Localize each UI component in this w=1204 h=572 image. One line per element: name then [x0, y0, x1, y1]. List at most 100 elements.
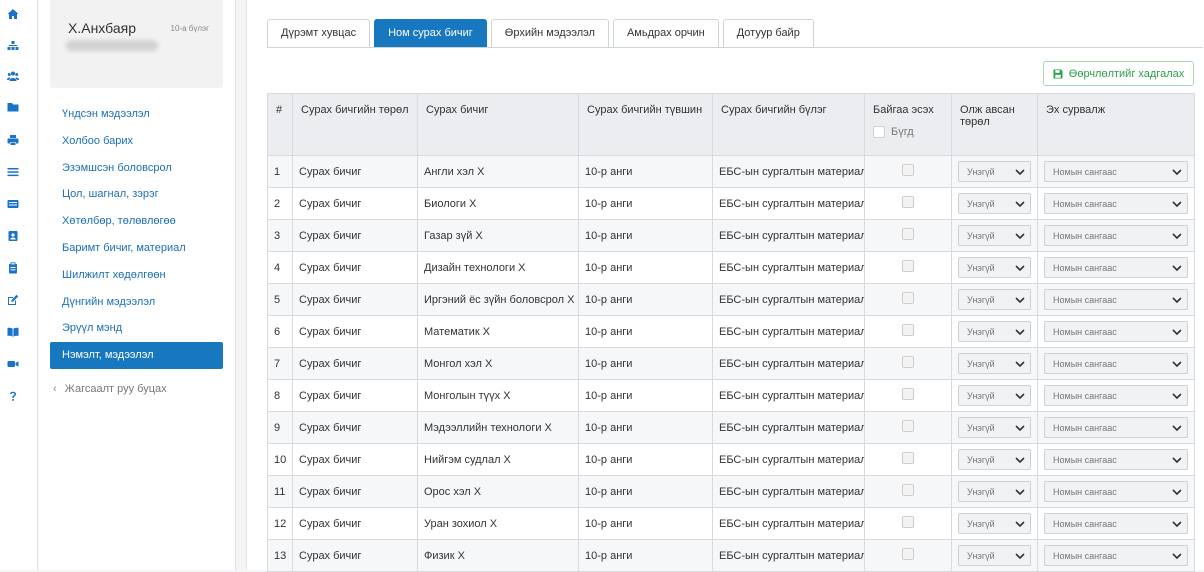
- cell-level: 10-р анги: [578, 379, 713, 412]
- received-type-select[interactable]: Унэгүй: [958, 385, 1031, 406]
- received-type-select[interactable]: Унэгүй: [958, 257, 1031, 278]
- source-select[interactable]: Номын сангаас: [1044, 257, 1188, 278]
- sidebar-item-health[interactable]: Эрүүл мэнд: [50, 315, 223, 342]
- exists-checkbox[interactable]: [902, 356, 914, 368]
- cell-level: 10-р анги: [578, 283, 713, 316]
- cell-received: Унэгүй: [951, 315, 1038, 348]
- main-content: Дүрэмт хувцас Ном сурах бичиг Өрхийн мэд…: [246, 0, 1204, 572]
- cell-exists: [864, 411, 952, 444]
- select-all-control[interactable]: Бүгд: [873, 126, 945, 138]
- exists-checkbox[interactable]: [902, 228, 914, 240]
- exists-checkbox[interactable]: [902, 420, 914, 432]
- cell-level: 10-р анги: [578, 251, 713, 284]
- source-select[interactable]: Номын сангаас: [1044, 513, 1188, 534]
- received-type-select[interactable]: Унэгүй: [958, 161, 1031, 182]
- source-select[interactable]: Номын сангаас: [1044, 161, 1188, 182]
- sidebar-item-grades[interactable]: Дүнгийн мэдээлэл: [50, 289, 223, 316]
- received-type-select[interactable]: Унэгүй: [958, 321, 1031, 342]
- received-type-select[interactable]: Унэгүй: [958, 353, 1031, 374]
- chevron-down-icon: [1171, 454, 1183, 466]
- cell-level: 10-р анги: [578, 219, 713, 252]
- source-select[interactable]: Номын сангаас: [1044, 225, 1188, 246]
- sidebar-item-transfers[interactable]: Шилжилт хөдөлгөөн: [50, 262, 223, 289]
- sidebar-item-awards[interactable]: Цол, шагнал, зэрэг: [50, 181, 223, 208]
- table-row: 7 Сурах бичиг Монгол хэл X 10-р анги ЕБС…: [267, 347, 1195, 380]
- save-changes-button[interactable]: Өөрчлөлтийг хадгалах: [1043, 61, 1194, 86]
- exists-checkbox[interactable]: [902, 484, 914, 496]
- received-type-select[interactable]: Унэгүй: [958, 513, 1031, 534]
- source-select[interactable]: Номын сангаас: [1044, 417, 1188, 438]
- cell-num: 4: [267, 251, 293, 284]
- users-icon[interactable]: [6, 70, 20, 82]
- back-to-list-link[interactable]: ‹ Жагсаалт руу буцах: [53, 383, 167, 395]
- source-select[interactable]: Номын сангаас: [1044, 481, 1188, 502]
- cell-received: Унэгүй: [951, 155, 1038, 188]
- chevron-down-icon: [1014, 518, 1026, 530]
- cell-exists: [864, 315, 952, 348]
- select-all-checkbox[interactable]: [873, 126, 885, 138]
- source-select[interactable]: Номын сангаас: [1044, 385, 1188, 406]
- tab-household[interactable]: Өрхийн мэдээлэл: [490, 19, 609, 48]
- book-icon[interactable]: [6, 326, 20, 338]
- exists-checkbox[interactable]: [902, 548, 914, 560]
- header-type: Сурах бичгийн төрөл: [292, 93, 418, 156]
- received-type-select[interactable]: Унэгүй: [958, 481, 1031, 502]
- sidebar-item-documents[interactable]: Баримт бичиг, материал: [50, 235, 223, 262]
- exists-checkbox[interactable]: [902, 292, 914, 304]
- exists-checkbox[interactable]: [902, 196, 914, 208]
- received-type-value: Унэгүй: [967, 326, 995, 337]
- table-row: 5 Сурах бичиг Иргэний ёс зүйн боловсрол …: [267, 283, 1195, 316]
- cell-received: Унэгүй: [951, 347, 1038, 380]
- tab-uniform[interactable]: Дүрэмт хувцас: [267, 19, 371, 48]
- source-select[interactable]: Номын сангаас: [1044, 449, 1188, 470]
- source-select[interactable]: Номын сангаас: [1044, 193, 1188, 214]
- tab-dormitory[interactable]: Дотуур байр: [722, 19, 814, 48]
- id-card-icon[interactable]: [6, 198, 20, 210]
- received-type-select[interactable]: Унэгүй: [958, 289, 1031, 310]
- received-type-value: Унэгүй: [967, 486, 995, 497]
- cell-group: ЕБС-ын сургалтын материал: [712, 539, 865, 572]
- received-type-value: Унэгүй: [967, 390, 995, 401]
- contact-card-icon[interactable]: [6, 230, 20, 242]
- home-icon[interactable]: [6, 8, 20, 20]
- exists-checkbox[interactable]: [902, 452, 914, 464]
- exists-checkbox[interactable]: [902, 388, 914, 400]
- video-icon[interactable]: [6, 358, 20, 370]
- received-type-value: Унэгүй: [967, 550, 995, 561]
- chevron-down-icon: [1014, 486, 1026, 498]
- edit-icon[interactable]: [6, 294, 20, 306]
- question-icon[interactable]: [6, 390, 20, 402]
- exists-checkbox[interactable]: [902, 324, 914, 336]
- exists-checkbox[interactable]: [902, 260, 914, 272]
- sidebar-item-additional-info[interactable]: Нэмэлт, мэдээлэл: [50, 342, 223, 369]
- sidebar-item-programs[interactable]: Хөтөлбөр, төлөвлөгөө: [50, 208, 223, 235]
- chevron-down-icon: [1014, 166, 1026, 178]
- chevron-down-icon: [1171, 390, 1183, 402]
- sitemap-icon[interactable]: [6, 40, 20, 52]
- cell-source: Номын сангаас: [1037, 539, 1195, 572]
- exists-checkbox[interactable]: [902, 516, 914, 528]
- sidebar-item-contact[interactable]: Холбоо барих: [50, 128, 223, 155]
- received-type-select[interactable]: Унэгүй: [958, 449, 1031, 470]
- received-type-select[interactable]: Унэгүй: [958, 417, 1031, 438]
- tab-textbooks[interactable]: Ном сурах бичиг: [374, 19, 487, 48]
- folder-icon[interactable]: [6, 101, 20, 113]
- source-value: Номын сангаас: [1053, 358, 1117, 369]
- list-icon[interactable]: [6, 166, 20, 178]
- cell-source: Номын сангаас: [1037, 379, 1195, 412]
- sidebar-item-basic-info[interactable]: Үндсэн мэдээлэл: [50, 101, 223, 128]
- received-type-select[interactable]: Унэгүй: [958, 193, 1031, 214]
- print-icon[interactable]: [6, 134, 20, 146]
- clipboard-icon[interactable]: [6, 262, 20, 274]
- source-select[interactable]: Номын сангаас: [1044, 353, 1188, 374]
- source-select[interactable]: Номын сангаас: [1044, 289, 1188, 310]
- received-type-select[interactable]: Унэгүй: [958, 545, 1031, 566]
- source-select[interactable]: Номын сангаас: [1044, 321, 1188, 342]
- cell-exists: [864, 187, 952, 220]
- exists-checkbox[interactable]: [902, 164, 914, 176]
- tab-living-environment[interactable]: Амьдрах орчин: [612, 19, 719, 48]
- cell-num: 11: [267, 475, 293, 508]
- received-type-select[interactable]: Унэгүй: [958, 225, 1031, 246]
- source-select[interactable]: Номын сангаас: [1044, 545, 1188, 566]
- sidebar-item-education[interactable]: Эзэмшсэн боловсрол: [50, 155, 223, 182]
